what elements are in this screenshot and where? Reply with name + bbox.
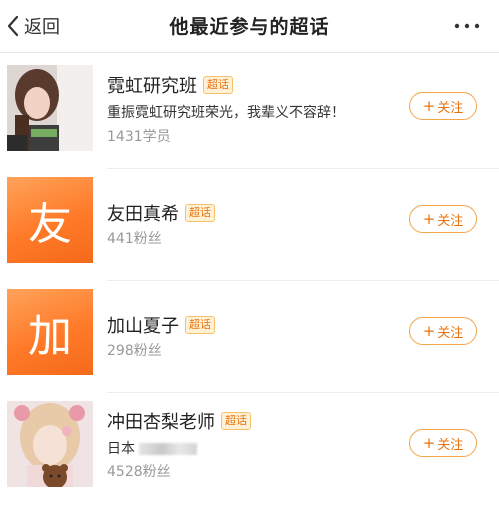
topic-name: 加山夏子 — [107, 316, 179, 337]
super-topic-badge: 超话 — [203, 76, 233, 94]
topic-name: 友田真希 — [107, 204, 179, 225]
location-text: 日本 — [107, 441, 135, 457]
list-item[interactable]: 冲田杏梨老师 超话 日本 4528粉丝 + 关注 — [0, 394, 499, 506]
avatar — [7, 401, 93, 487]
fan-count: 441粉丝 — [107, 231, 162, 247]
follow-label: 关注 — [437, 325, 464, 341]
follow-label: 关注 — [437, 100, 464, 116]
more-button[interactable] — [449, 14, 485, 38]
plus-icon: + — [422, 321, 436, 340]
follow-button[interactable]: + 关注 — [409, 205, 477, 233]
fan-count: 298粉丝 — [107, 343, 162, 359]
divider — [107, 392, 499, 393]
page-title: 他最近参与的超话 — [169, 16, 330, 38]
follow-button[interactable]: + 关注 — [409, 429, 477, 457]
follow-label: 关注 — [437, 437, 464, 453]
plus-icon: + — [422, 209, 436, 228]
plus-icon: + — [422, 433, 436, 452]
avatar-letter: 加 — [28, 311, 72, 362]
topic-location: 日本 — [107, 438, 197, 458]
plus-icon: + — [422, 96, 436, 115]
avatar: 加 — [7, 289, 93, 375]
list-item[interactable]: 友 友田真希 超话 441粉丝 + 关注 — [0, 170, 499, 282]
super-topic-badge: 超话 — [185, 204, 215, 222]
follow-button[interactable]: + 关注 — [409, 92, 477, 120]
list-item[interactable]: 霓虹研究班 超话 重振霓虹研究班荣光，我辈义不容辞！ 1431学员 + 关注 — [0, 58, 499, 170]
fan-count: 4528粉丝 — [107, 464, 171, 480]
avatar — [7, 65, 93, 151]
avatar-letter: 友 — [28, 199, 72, 250]
super-topic-badge: 超话 — [185, 316, 215, 334]
divider — [107, 168, 499, 169]
blurred-text — [139, 443, 197, 455]
nav-bar: 返回 他最近参与的超话 — [0, 0, 499, 53]
follow-button[interactable]: + 关注 — [409, 317, 477, 345]
avatar-photo-image — [7, 65, 93, 151]
follow-label: 关注 — [437, 213, 464, 229]
topic-description: 重振霓虹研究班荣光，我辈义不容辞！ — [107, 105, 345, 121]
topic-name: 冲田杏梨老师 — [107, 412, 215, 433]
member-count: 1431学员 — [107, 129, 171, 145]
list-item[interactable]: 加 加山夏子 超话 298粉丝 + 关注 — [0, 282, 499, 394]
avatar-photo-image — [7, 401, 93, 487]
topic-name: 霓虹研究班 — [107, 76, 197, 97]
divider — [107, 280, 499, 281]
super-topic-badge: 超话 — [221, 412, 251, 430]
more-icon — [454, 23, 480, 29]
avatar: 友 — [7, 177, 93, 263]
